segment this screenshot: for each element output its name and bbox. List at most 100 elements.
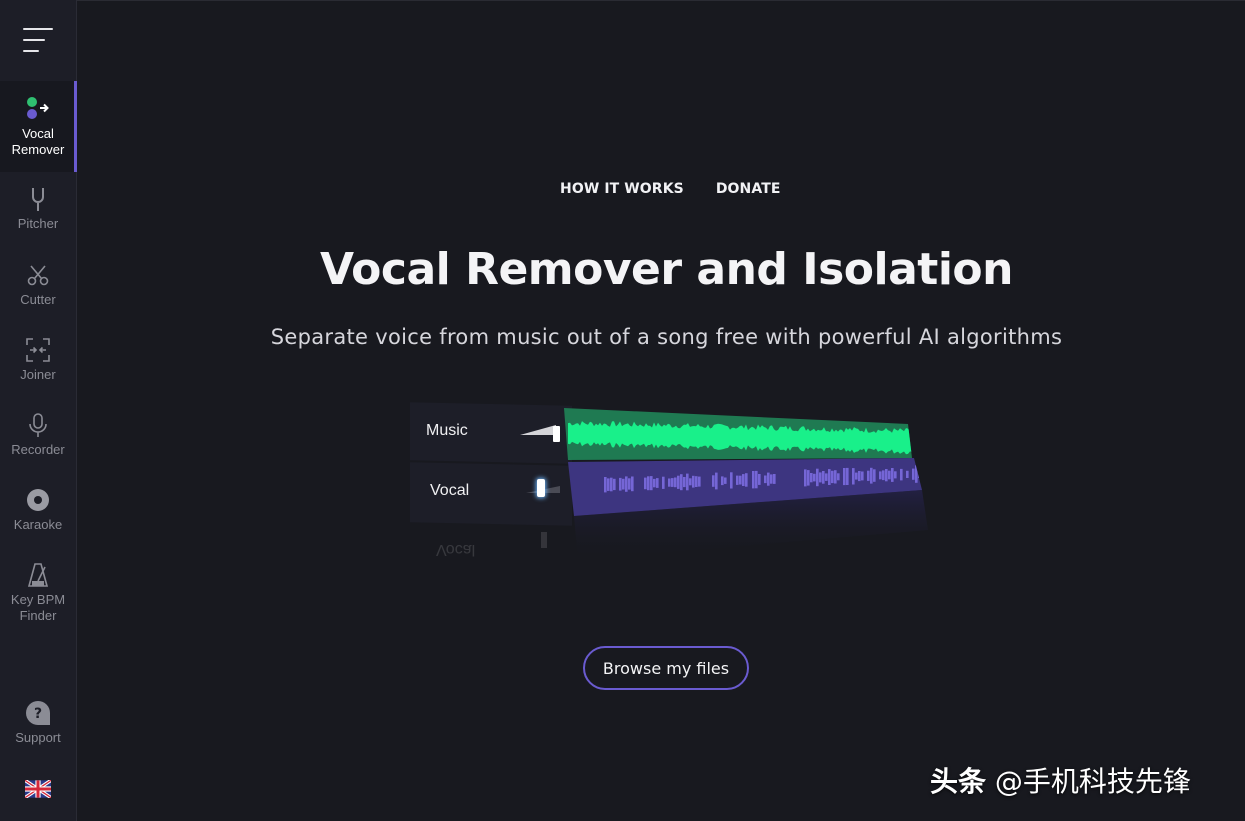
- vocal-wave-bar: [873, 469, 876, 482]
- sidebar-item-joiner[interactable]: Joiner: [0, 337, 76, 397]
- vocal-wave-bar: [882, 470, 885, 481]
- vocal-wave-bar: [736, 475, 739, 485]
- sidebar-item-pitcher[interactable]: Pitcher: [0, 186, 76, 246]
- vocal-wave-bar: [695, 476, 698, 487]
- sidebar-item-karaoke[interactable]: Karaoke: [0, 487, 76, 547]
- watermark-handle: @手机科技先锋: [994, 765, 1191, 798]
- vocal-wave-bar: [619, 477, 622, 491]
- vocal-wave-bar: [698, 476, 701, 487]
- vocal-wave-bar: [834, 470, 837, 484]
- vocal-wave-bar: [715, 472, 718, 490]
- vocal-wave-bar: [885, 469, 888, 482]
- vocal-wave-bar: [631, 476, 634, 492]
- vocal-wave-bar: [912, 468, 915, 480]
- sidebar-item-label: Pitcher: [17, 216, 59, 231]
- vocal-wave-bar: [647, 476, 650, 491]
- vocal-wave-bar: [656, 478, 659, 488]
- vocal-wave-bar: [843, 468, 846, 486]
- menu-button[interactable]: [0, 0, 76, 80]
- vocal-wave-bar: [686, 473, 689, 491]
- vocal-wave-bar: [662, 476, 665, 489]
- vocal-wave-bar: [770, 474, 773, 484]
- vocal-wave-bar: [828, 469, 831, 485]
- vocal-wave-bar: [915, 465, 918, 483]
- vocal-wave-bar: [739, 475, 742, 485]
- vocal-wave-bar: [918, 470, 921, 478]
- vocal-wave-bar: [721, 476, 724, 486]
- vocal-wave-bar: [900, 468, 903, 481]
- vocal-wave-bar: [692, 475, 695, 488]
- hamburger-menu-icon: [23, 28, 53, 52]
- sidebar-item-label: Cutter: [20, 292, 56, 307]
- page-subtitle: Separate voice from music out of a song …: [270, 325, 1063, 349]
- vocal-wave-bar: [742, 474, 745, 486]
- top-border: [0, 0, 1245, 1]
- sidebar-item-label-2: Remover: [11, 142, 65, 157]
- vocal-wave-bar: [906, 470, 909, 478]
- sidebar-item-recorder[interactable]: Recorder: [0, 412, 76, 472]
- tuning-fork-icon: [25, 186, 51, 212]
- how-it-works-link[interactable]: HOW IT WORKS: [560, 181, 684, 197]
- vocal-wave-bar: [858, 471, 861, 482]
- vocal-wave-bar: [825, 473, 828, 481]
- metronome-icon: [25, 562, 51, 588]
- vocal-wave-bar: [758, 474, 761, 485]
- donate-link[interactable]: DONATE: [716, 181, 781, 197]
- vocal-wave-bar: [745, 473, 748, 487]
- top-navigation: HOW IT WORKS DONATE: [560, 181, 781, 197]
- vocal-wave-bar: [861, 471, 864, 481]
- waveform-panel: [564, 408, 928, 560]
- vocal-wave-bar: [810, 473, 813, 483]
- watermark-brand: 头条: [930, 765, 987, 798]
- vocal-wave-bar: [625, 476, 628, 492]
- joiner-icon: [25, 337, 51, 363]
- vocal-wave-bar: [891, 468, 894, 482]
- vocal-wave-bar: [767, 472, 770, 486]
- vocal-wave-bar: [894, 471, 897, 479]
- vocal-wave-bar: [730, 472, 733, 489]
- vocal-wave-bar: [607, 478, 610, 491]
- vocal-wave-bar: [846, 467, 849, 485]
- vocal-wave-bar: [671, 478, 674, 487]
- vocal-wave-bar: [628, 478, 631, 490]
- track-mixer-illustration: Music Vocal Vocal: [408, 400, 928, 570]
- disc-icon: [25, 487, 51, 513]
- vocal-wave-bar: [610, 477, 613, 492]
- vocal-wave-bar: [622, 478, 625, 490]
- vocal-wave-bar: [764, 475, 767, 484]
- sidebar-item-label: Support: [15, 730, 61, 745]
- sidebar-item-cutter[interactable]: Cutter: [0, 262, 76, 322]
- vocal-wave-bar: [807, 470, 810, 486]
- vocal-wave-bar: [752, 471, 755, 489]
- vocal-wave-bar: [822, 471, 825, 484]
- vocal-wave-bar: [870, 467, 873, 484]
- language-selector[interactable]: [0, 778, 76, 802]
- vocal-wave-bar: [689, 478, 692, 486]
- browse-files-button[interactable]: Browse my files: [583, 646, 749, 690]
- vocal-remover-icon: [25, 96, 51, 122]
- sidebar: Vocal Remover Pitcher Cutter Joiner Reco…: [0, 0, 77, 821]
- vocal-wave-bar: [879, 471, 882, 480]
- sidebar-item-label: Joiner: [20, 367, 56, 382]
- watermark: 头条 @手机科技先锋: [930, 760, 1191, 800]
- uk-flag-icon: [24, 778, 52, 802]
- sidebar-item-label: Recorder: [11, 442, 65, 457]
- vocal-wave-bar: [650, 476, 653, 491]
- scissors-icon: [25, 262, 51, 288]
- sidebar-item-support[interactable]: ? Support: [0, 700, 76, 750]
- vocal-wave-bar: [755, 470, 758, 489]
- sidebar-item-vocal-remover[interactable]: Vocal Remover: [0, 81, 77, 172]
- question-bubble-icon: ?: [25, 700, 51, 726]
- vocal-wave-bar: [724, 477, 727, 484]
- svg-text:?: ?: [34, 706, 42, 722]
- vocal-wave-bar: [668, 478, 671, 487]
- vocal-wave-bar: [613, 478, 616, 491]
- sidebar-item-key-bpm-finder[interactable]: Key BPM Finder: [0, 562, 76, 632]
- vocal-wave-bar: [855, 472, 858, 480]
- sidebar-item-label: Karaoke: [13, 517, 63, 532]
- vocal-wave-bar: [604, 477, 607, 493]
- sidebar-item-label: Vocal: [22, 126, 54, 141]
- vocal-wave-bar: [852, 468, 855, 485]
- vocal-wave-bar: [712, 475, 715, 487]
- vocal-wave-bar: [674, 477, 677, 488]
